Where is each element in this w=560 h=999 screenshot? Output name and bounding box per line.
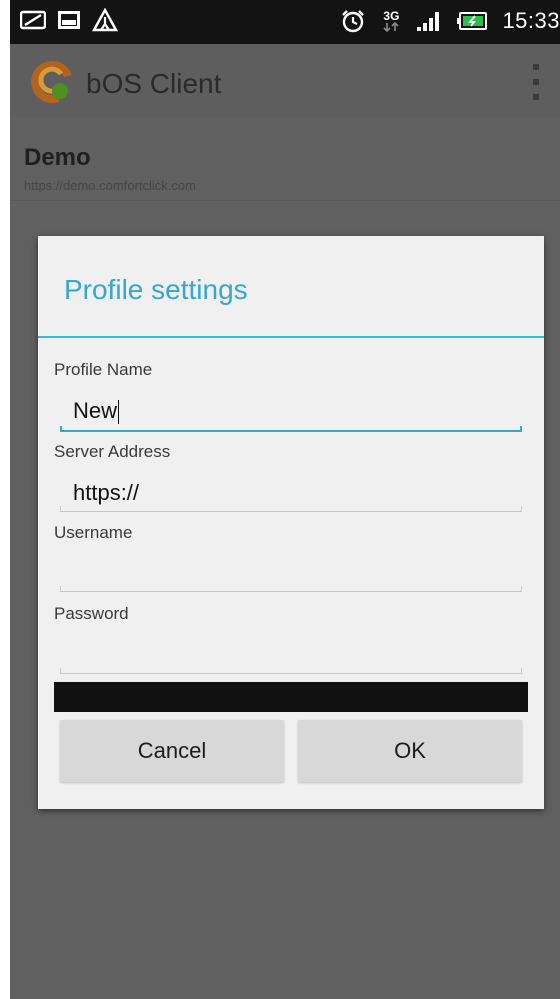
username-underline [60, 586, 522, 592]
signal-icon [416, 9, 442, 33]
password-underline [60, 668, 522, 674]
overflow-menu-icon[interactable] [526, 64, 546, 100]
ok-button[interactable]: OK [298, 720, 522, 782]
app-title: bOS Client [86, 68, 222, 99]
server-address-label: Server Address [54, 442, 171, 461]
notification-icon [20, 8, 46, 32]
app-screen: 3G 15:33 bOS Client Demo https://demo.co… [10, 0, 560, 999]
profile-name-label: Profile Name [54, 360, 153, 379]
profile-name: Demo [24, 144, 91, 171]
warning-icon [92, 8, 118, 32]
image-icon [56, 8, 82, 32]
username-label: Username [54, 523, 133, 542]
server-address-value: https:// [73, 480, 140, 505]
status-bar: 3G 15:33 [10, 0, 560, 44]
app-action-bar: bOS Client [10, 44, 560, 118]
dialog-title: Profile settings [64, 274, 248, 305]
keyboard-overlay-bar [54, 682, 528, 712]
network-label: 3G [383, 9, 400, 23]
profile-list-item[interactable]: Demo https://demo.comfortclick.com [10, 130, 560, 201]
text-cursor [118, 400, 120, 425]
status-time: 15:33 [502, 8, 560, 33]
cancel-button[interactable]: Cancel [60, 720, 284, 782]
bos-logo-icon[interactable] [28, 60, 72, 104]
profile-name-value: New [73, 398, 118, 423]
network-3g-icon: 3G [380, 9, 402, 33]
profile-url: https://demo.comfortclick.com [24, 178, 196, 193]
profile-name-underline [60, 426, 522, 432]
alarm-icon [340, 9, 366, 33]
profile-settings-dialog: Profile settings Profile Name New Server… [38, 236, 544, 809]
battery-charging-icon [456, 9, 488, 33]
dialog-title-divider [38, 336, 544, 338]
password-label: Password [54, 604, 129, 623]
server-address-underline [60, 506, 522, 512]
